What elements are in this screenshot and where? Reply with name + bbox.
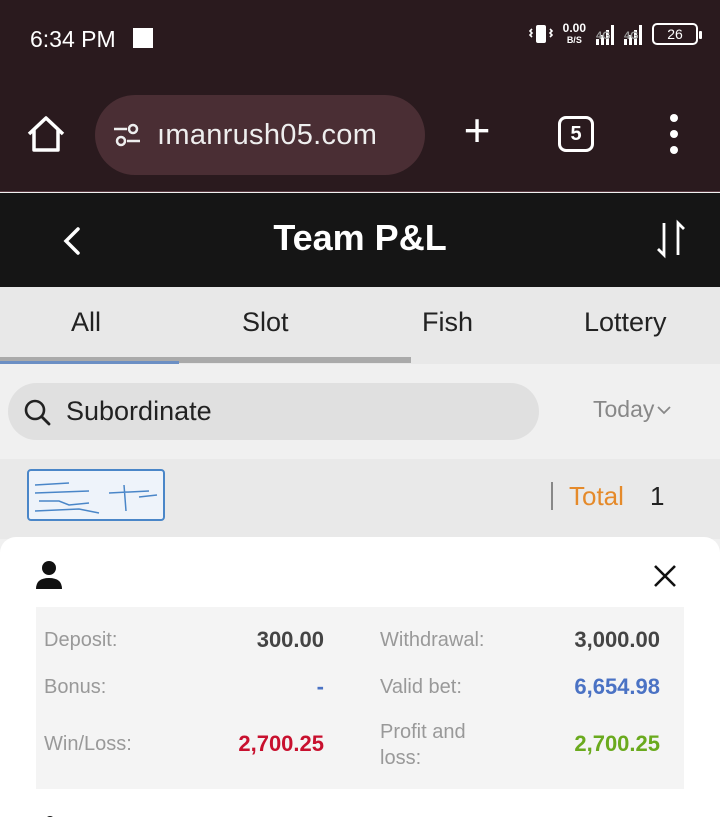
winloss-value: 2,700.25 (238, 731, 324, 756)
site-settings-icon[interactable] (111, 119, 143, 151)
bonus-label: Bonus: (44, 676, 107, 698)
filter-row: Subordinate Today (0, 364, 720, 459)
total-label: Total (569, 481, 624, 511)
date-filter-dropdown[interactable]: Today (593, 396, 672, 423)
battery-level: 26 (667, 26, 683, 42)
summary-row: Total 1 (0, 459, 720, 539)
chevron-down-icon (657, 405, 672, 414)
close-icon[interactable] (652, 563, 678, 589)
signal-icon-1: 4G (596, 23, 614, 45)
search-placeholder: Subordinate (66, 396, 212, 426)
member-detail-sheet: Deposit: 300.00 Withdrawal: 3,000.00 Bon… (0, 537, 720, 817)
deposit-label: Deposit: (44, 629, 118, 651)
signal-1-label: 4G (596, 30, 611, 42)
date-filter-label: Today (593, 396, 655, 422)
tab-count: 5 (570, 122, 582, 145)
pnl-value: 2,700.25 (574, 731, 660, 756)
sort-icon[interactable] (654, 219, 688, 259)
winloss-label: Win/Loss: (44, 733, 132, 755)
status-bar: 6:34 PM 0.00 B/S 4G 4G 26 (0, 0, 720, 80)
pnl-label-line2: loss: (380, 747, 422, 769)
new-tab-button[interactable]: + (455, 107, 499, 154)
browser-toolbar: ımanrush05.com + 5 (0, 80, 720, 192)
total-divider (551, 482, 553, 510)
redacted-id-box[interactable] (27, 469, 165, 521)
net-speed-value: 0.00 (562, 21, 586, 35)
search-icon (24, 399, 51, 425)
person-icon (36, 561, 62, 589)
signal-icon-2: 4G (624, 23, 642, 45)
pnl-label-line1: Profit and (380, 721, 466, 743)
status-icons: 0.00 B/S 4G 4G 26 (528, 22, 702, 46)
person-icon (47, 816, 53, 817)
app-header: Team P&L (0, 193, 720, 287)
tab-slot[interactable]: Slot (242, 307, 289, 338)
stats-panel: Deposit: 300.00 Withdrawal: 3,000.00 Bon… (36, 607, 684, 789)
category-tabs: All Slot Fish Lottery (0, 287, 720, 364)
status-time: 6:34 PM (30, 26, 116, 52)
home-icon[interactable] (24, 112, 68, 156)
valid-bet-label: Valid bet: (380, 676, 462, 698)
more-menu-icon[interactable] (664, 114, 684, 154)
subordinate-search-input[interactable]: Subordinate (8, 383, 539, 440)
vibrate-icon (528, 25, 553, 43)
url-text: ımanrush05.com (157, 118, 378, 151)
tab-switcher-button[interactable]: 5 (558, 116, 594, 152)
battery-icon: 26 (652, 23, 702, 45)
tab-all[interactable]: All (71, 307, 101, 338)
tab-lottery[interactable]: Lottery (584, 307, 667, 338)
net-speed-unit: B/S (566, 35, 582, 45)
redacted-scribble-icon (34, 482, 158, 514)
page-title: Team P&L (273, 217, 447, 258)
total-value: 1 (650, 481, 665, 511)
tab-fish[interactable]: Fish (422, 307, 473, 338)
valid-bet-value: 6,654.98 (574, 674, 660, 699)
withdrawal-label: Withdrawal: (380, 629, 485, 651)
signal-2-label: 4G (624, 30, 639, 42)
withdrawal-value: 3,000.00 (574, 627, 660, 652)
net-speed: 0.00 B/S (563, 22, 586, 46)
bonus-value: - (316, 674, 324, 699)
deposit-value: 300.00 (256, 627, 324, 652)
address-bar[interactable]: ımanrush05.com (95, 95, 425, 175)
notification-square-icon (133, 28, 153, 48)
